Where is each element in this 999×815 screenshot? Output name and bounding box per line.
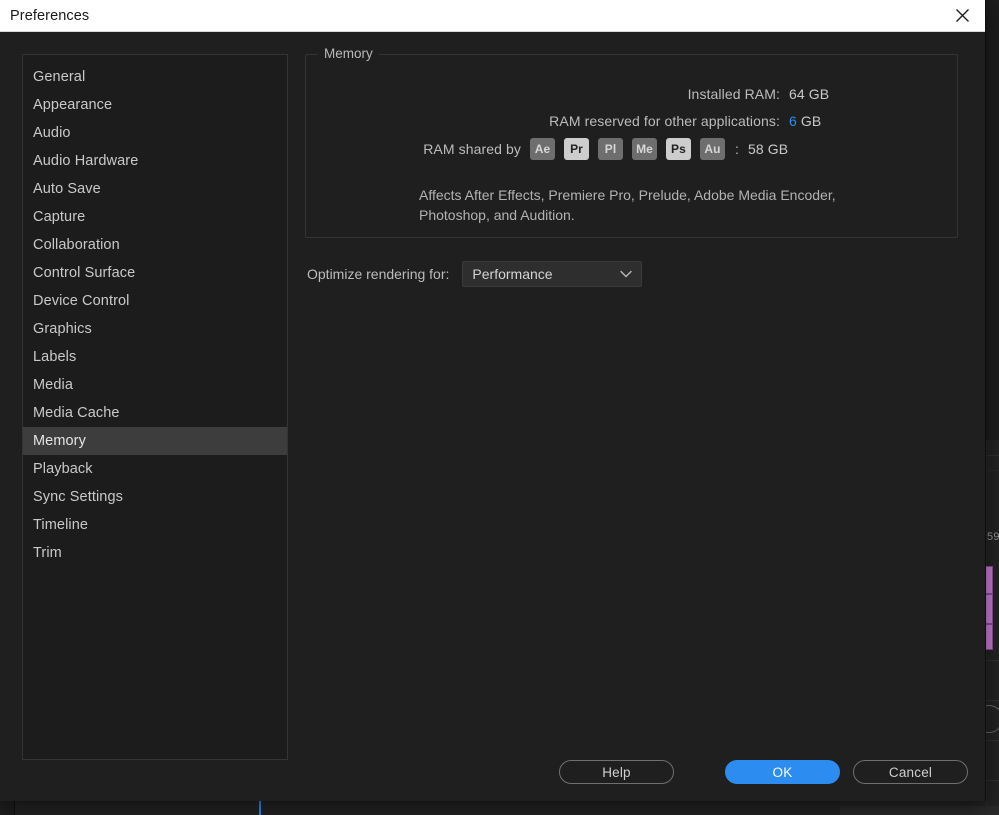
dialog-title: Preferences — [10, 7, 90, 24]
playhead[interactable] — [259, 800, 261, 815]
dialog-body: General Appearance Audio Audio Hardware … — [0, 32, 985, 801]
sidebar-item-labels[interactable]: Labels — [23, 343, 287, 371]
timeline-tick — [983, 660, 999, 661]
sidebar-item-media[interactable]: Media — [23, 371, 287, 399]
dialog-footer: Help OK Cancel — [0, 741, 985, 801]
app-badge-premiere-pro[interactable]: Pr — [564, 138, 589, 160]
sidebar-item-collaboration[interactable]: Collaboration — [23, 231, 287, 259]
close-icon — [955, 9, 969, 22]
installed-ram-row: Installed RAM: 64 GB — [306, 86, 830, 102]
sidebar-item-trim[interactable]: Trim — [23, 539, 287, 567]
reserved-ram-value: 6 GB — [789, 113, 821, 129]
sidebar-item-control-surface[interactable]: Control Surface — [23, 259, 287, 287]
chevron-down-icon — [620, 270, 633, 278]
close-button[interactable] — [939, 0, 985, 31]
shared-app-badges: Ae Pr Pl Me Ps Au — [530, 138, 734, 160]
shared-ram-row: RAM shared by Ae Pr Pl Me Ps Au : 58 GB — [306, 138, 788, 160]
sidebar-item-graphics[interactable]: Graphics — [23, 315, 287, 343]
sidebar-item-auto-save[interactable]: Auto Save — [23, 175, 287, 203]
app-badge-media-encoder[interactable]: Me — [632, 138, 657, 160]
optimize-rendering-label: Optimize rendering for: — [307, 266, 450, 282]
dialog-titlebar: Preferences — [0, 0, 985, 32]
preferences-dialog: Preferences General Appearance Audio Aud… — [0, 0, 985, 801]
sidebar-item-media-cache[interactable]: Media Cache — [23, 399, 287, 427]
installed-ram-unit: GB — [808, 86, 830, 102]
sidebar-item-audio[interactable]: Audio — [23, 119, 287, 147]
shared-ram-separator: : — [735, 141, 739, 157]
shared-ram-value: 58 GB — [748, 141, 789, 157]
memory-group-box: Memory Installed RAM: 64 GB RAM reserved … — [305, 46, 958, 238]
sidebar-item-capture[interactable]: Capture — [23, 203, 287, 231]
screen: 59 Preferences General Appearance Audio … — [0, 0, 999, 815]
installed-ram-label: Installed RAM: — [687, 86, 780, 102]
sidebar-item-appearance[interactable]: Appearance — [23, 91, 287, 119]
ok-button[interactable]: OK — [725, 760, 840, 784]
reserved-ram-input[interactable]: 6 — [789, 113, 797, 129]
reserved-ram-row: RAM reserved for other applications: 6 GB — [306, 113, 821, 129]
app-badge-audition[interactable]: Au — [700, 138, 725, 160]
app-badge-after-effects[interactable]: Ae — [530, 138, 555, 160]
timeline-ruler-label: 59 — [987, 531, 999, 543]
help-button[interactable]: Help — [559, 760, 674, 784]
cancel-button[interactable]: Cancel — [853, 760, 968, 784]
sidebar-item-playback[interactable]: Playback — [23, 455, 287, 483]
sidebar-item-timeline[interactable]: Timeline — [23, 511, 287, 539]
preferences-category-list[interactable]: General Appearance Audio Audio Hardware … — [22, 54, 288, 760]
sidebar-item-sync-settings[interactable]: Sync Settings — [23, 483, 287, 511]
optimize-rendering-row: Optimize rendering for: Performance — [307, 261, 643, 287]
memory-group-legend: Memory — [318, 46, 379, 61]
installed-ram-value: 64 GB — [789, 86, 829, 102]
timeline-tick — [983, 780, 999, 781]
reserved-ram-label: RAM reserved for other applications: — [549, 113, 780, 129]
reserved-ram-unit: GB — [800, 113, 822, 129]
installed-ram-number: 64 — [789, 86, 805, 102]
timeline-tick — [983, 455, 999, 456]
optimize-rendering-select[interactable]: Performance — [462, 261, 643, 287]
memory-settings-pane: Memory Installed RAM: 64 GB RAM reserved … — [305, 46, 959, 741]
app-badge-prelude[interactable]: Pl — [598, 138, 623, 160]
memory-affects-note: Affects After Effects, Premiere Pro, Pre… — [419, 187, 836, 223]
sidebar-item-general[interactable]: General — [23, 63, 287, 91]
timeline-tick — [983, 700, 999, 701]
sidebar-item-device-control[interactable]: Device Control — [23, 287, 287, 315]
timeline-tick — [983, 740, 999, 741]
sidebar-item-audio-hardware[interactable]: Audio Hardware — [23, 147, 287, 175]
optimize-rendering-value: Performance — [472, 266, 553, 282]
app-badge-photoshop[interactable]: Ps — [666, 138, 691, 160]
sidebar-item-memory[interactable]: Memory — [23, 427, 287, 455]
shared-ram-label: RAM shared by — [423, 141, 521, 157]
bottom-panel-edge — [840, 806, 999, 815]
